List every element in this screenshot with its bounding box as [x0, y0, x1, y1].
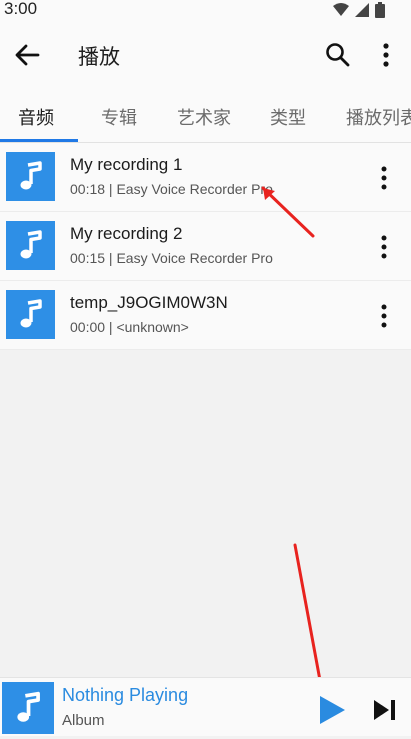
battery-icon [375, 2, 385, 18]
list-item[interactable]: temp_J9OGIM0W3N 00:00 | <unknown> [0, 281, 411, 350]
now-playing-title: Nothing Playing [62, 685, 189, 705]
status-bar: 3:00 [0, 0, 411, 22]
more-vert-icon[interactable] [374, 165, 394, 191]
track-meta: 00:18 | Easy Voice Recorder Pro [70, 181, 273, 197]
tab-artists[interactable]: 艺术家 [177, 104, 231, 130]
album-art [2, 682, 54, 734]
back-arrow-icon[interactable] [12, 41, 42, 69]
track-title: My recording 2 [70, 224, 183, 243]
app-bar: 播放 [0, 22, 411, 88]
more-vert-icon[interactable] [374, 234, 394, 260]
tab-bar: 音频 专辑 艺术家 类型 播放列表 [0, 88, 411, 143]
now-playing-album: Album [62, 712, 105, 729]
tab-indicator [0, 139, 78, 142]
status-time: 3:00 [4, 0, 38, 18]
track-title: My recording 1 [70, 155, 183, 174]
tab-albums[interactable]: 专辑 [101, 104, 137, 130]
mini-player[interactable]: Nothing Playing Album [0, 677, 411, 736]
music-note-icon [20, 230, 42, 259]
play-icon[interactable] [318, 695, 346, 725]
album-art [6, 221, 55, 270]
tab-genres[interactable]: 类型 [270, 104, 306, 130]
tab-audio[interactable]: 音频 [18, 104, 54, 130]
page-title: 播放 [78, 46, 120, 69]
track-title: temp_J9OGIM0W3N [70, 293, 228, 312]
list-item[interactable]: My recording 2 00:15 | Easy Voice Record… [0, 212, 411, 281]
search-icon[interactable] [324, 41, 352, 69]
more-vert-icon[interactable] [374, 303, 394, 329]
album-art [6, 290, 55, 339]
album-art [6, 152, 55, 201]
skip-next-icon[interactable] [373, 699, 397, 721]
more-vert-icon[interactable] [376, 41, 396, 69]
signal-icon [355, 3, 369, 17]
music-note-icon [17, 691, 40, 722]
music-note-icon [20, 161, 42, 190]
music-note-icon [20, 299, 42, 328]
track-list: My recording 1 00:18 | Easy Voice Record… [0, 143, 411, 350]
track-meta: 00:15 | Easy Voice Recorder Pro [70, 250, 273, 266]
status-icons [333, 2, 385, 18]
track-meta: 00:00 | <unknown> [70, 319, 189, 335]
list-item[interactable]: My recording 1 00:18 | Easy Voice Record… [0, 143, 411, 212]
tab-playlists[interactable]: 播放列表 [346, 104, 411, 130]
wifi-icon [333, 3, 349, 16]
